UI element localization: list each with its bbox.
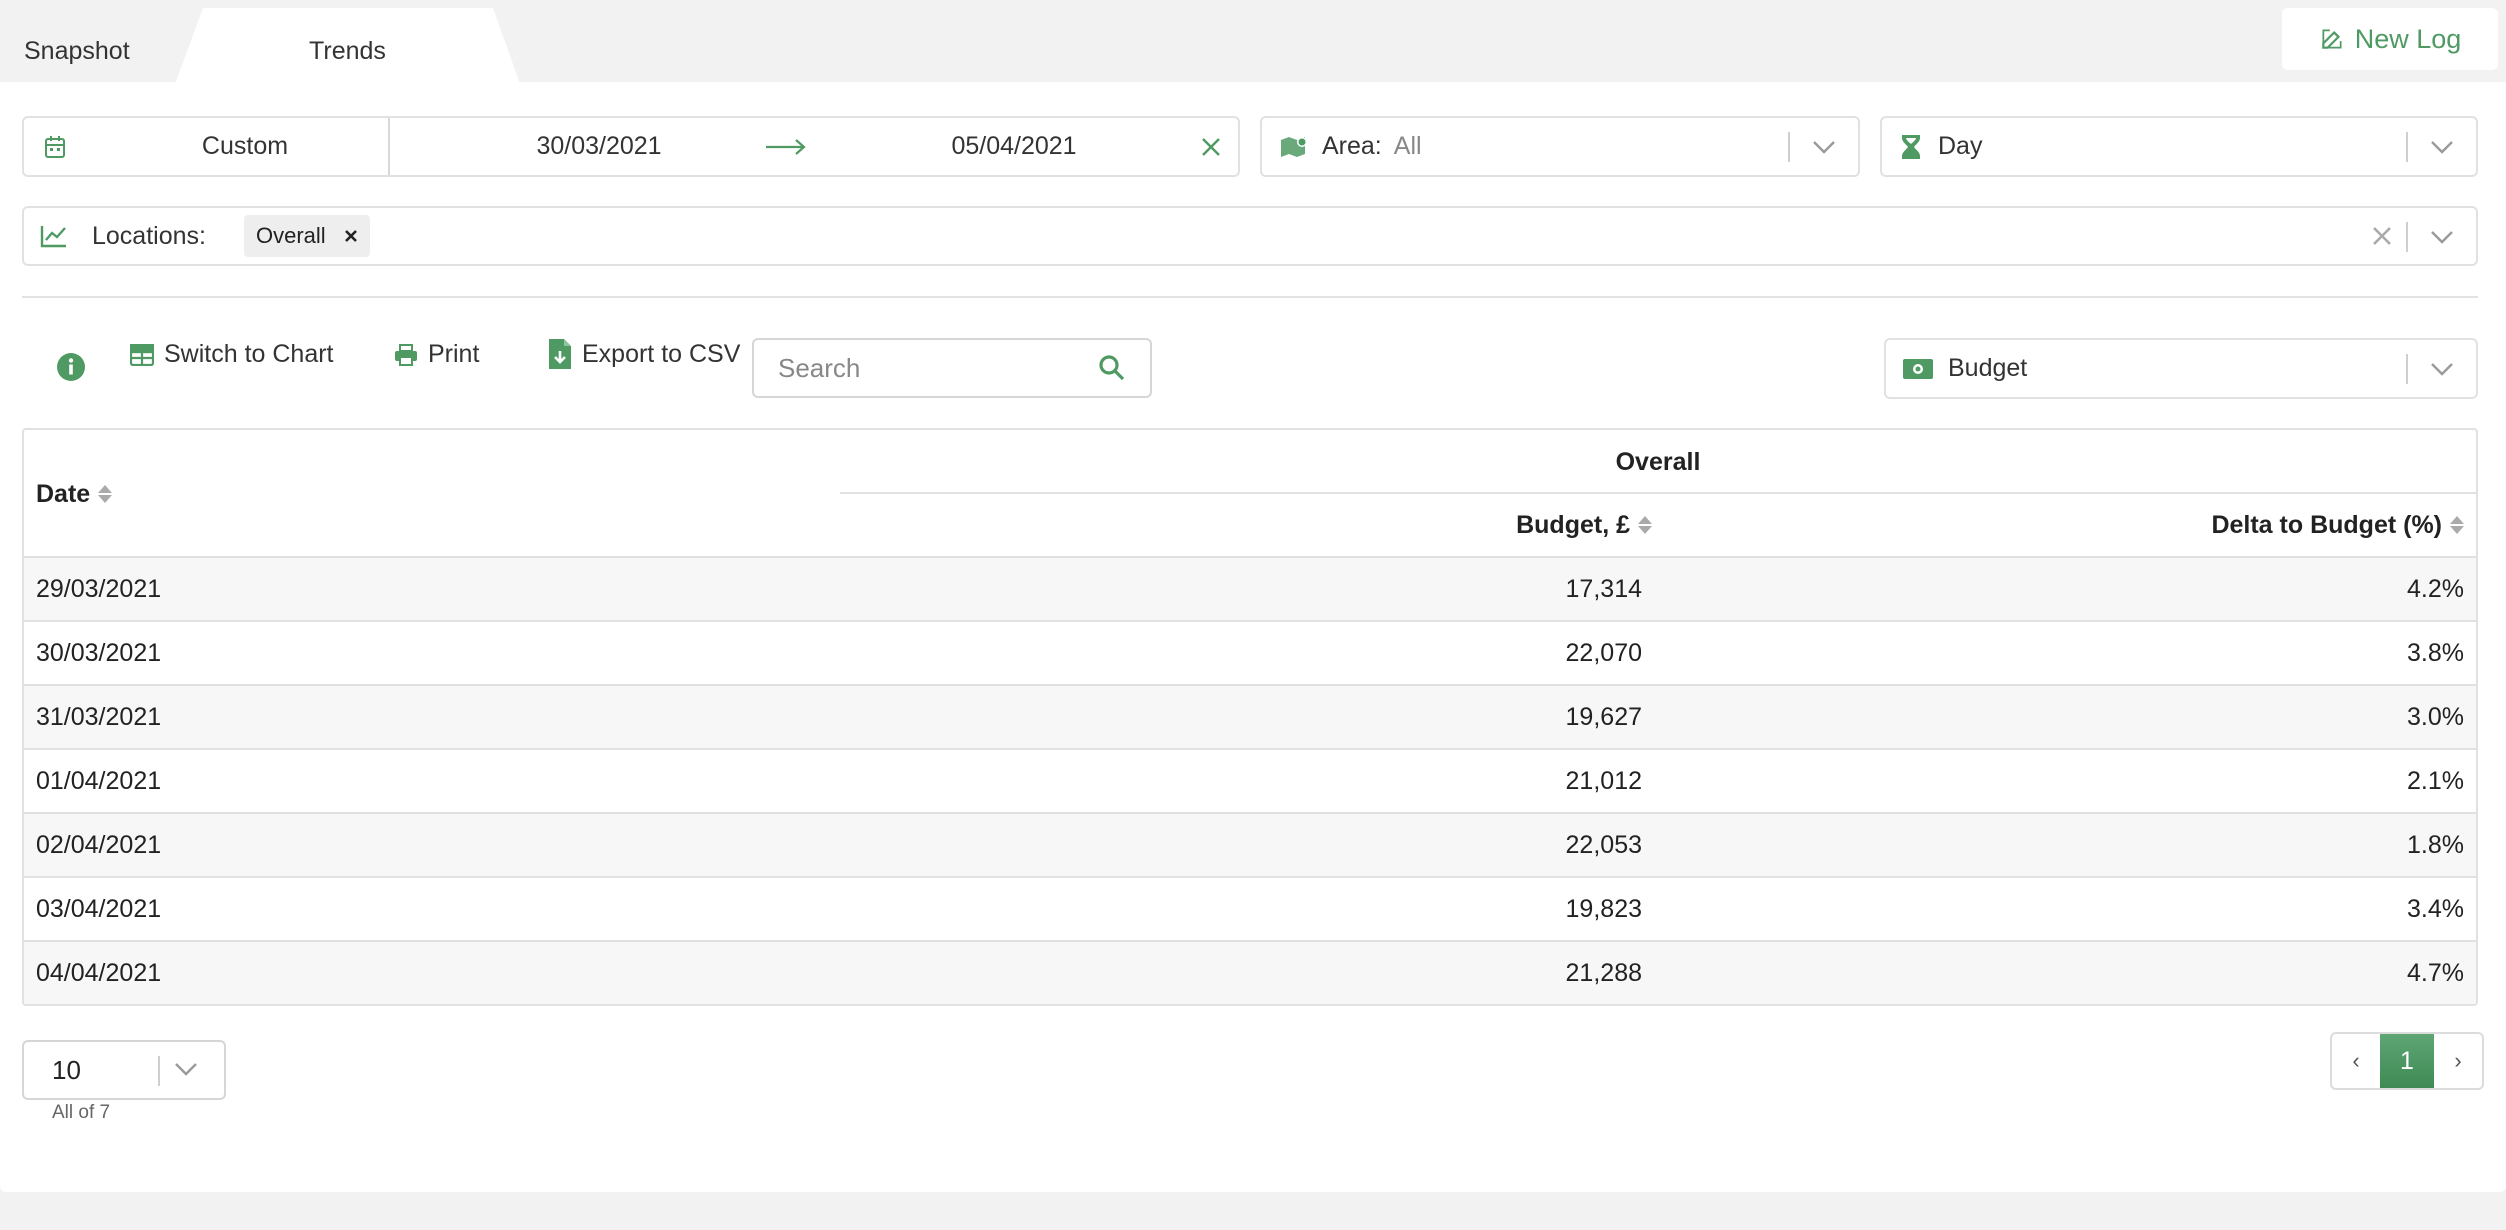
cell-budget: 22,053 <box>1565 831 1642 859</box>
cell-delta: 1.8% <box>2407 831 2464 859</box>
cell-budget: 19,823 <box>1565 895 1642 923</box>
area-value: All <box>1393 132 1422 160</box>
cell-date: 04/04/2021 <box>36 959 162 987</box>
prev-page-button[interactable]: ‹ <box>2332 1034 2380 1088</box>
switch-to-chart-label: Switch to Chart <box>164 340 334 368</box>
cell-budget: 22,070 <box>1565 639 1642 667</box>
table-row: 03/04/2021 19,823 3.4% <box>24 876 2476 940</box>
granularity-select[interactable]: Day <box>1880 116 2478 177</box>
row-count: All of 7 <box>52 1102 111 1123</box>
cell-budget: 21,012 <box>1565 767 1642 795</box>
cell-date: 03/04/2021 <box>36 895 162 923</box>
page-size-separator <box>158 1056 160 1086</box>
table-row: 29/03/2021 17,314 4.2% <box>24 556 2476 620</box>
location-chip: Overall <box>243 215 370 257</box>
data-table: Date Overall Budget, £ Delta to Budget (… <box>22 428 2478 1006</box>
cell-date: 30/03/2021 <box>36 639 162 667</box>
chevron-down-icon[interactable] <box>2408 208 2476 265</box>
range-separator <box>388 118 390 175</box>
search-icon[interactable] <box>1098 354 1126 382</box>
table-row: 04/04/2021 21,288 4.7% <box>24 940 2476 1004</box>
tab-snapshot[interactable]: Snapshot <box>0 8 190 82</box>
page-button-current[interactable]: 1 <box>2380 1034 2434 1088</box>
section-divider <box>22 296 2478 298</box>
clear-date-icon[interactable] <box>1200 118 1222 175</box>
metric-select[interactable]: Budget <box>1884 338 2478 399</box>
cell-delta: 2.1% <box>2407 767 2464 795</box>
area-label: Area: <box>1322 132 1382 160</box>
area-select[interactable]: Area: All <box>1260 116 1860 177</box>
tab-trends[interactable]: Trends <box>175 8 520 84</box>
locations-select[interactable]: Locations: Overall <box>22 206 2478 266</box>
sort-icon[interactable] <box>1638 516 1652 534</box>
column-header-date[interactable]: Date <box>36 474 113 514</box>
table-icon <box>130 343 154 366</box>
table-row: 02/04/2021 22,053 1.8% <box>24 812 2476 876</box>
cell-budget: 19,627 <box>1565 703 1642 731</box>
printer-icon <box>395 343 417 366</box>
edit-icon <box>2321 29 2342 49</box>
chevron-down-icon[interactable] <box>2408 118 2476 175</box>
next-page-button[interactable]: › <box>2434 1034 2482 1088</box>
print-label: Print <box>428 340 480 368</box>
arrow-right-icon <box>764 118 808 175</box>
remove-chip-icon[interactable] <box>344 229 358 243</box>
cell-budget: 17,314 <box>1565 575 1642 603</box>
sort-icon[interactable] <box>2450 516 2464 534</box>
table-row: 31/03/2021 19,627 3.0% <box>24 684 2476 748</box>
start-date[interactable]: 30/03/2021 <box>394 118 804 175</box>
cell-date: 29/03/2021 <box>36 575 162 603</box>
file-download-icon <box>549 339 571 369</box>
page-size-select[interactable]: 10 <box>22 1040 226 1100</box>
money-icon <box>1902 358 1934 380</box>
hourglass-icon <box>1900 134 1922 160</box>
cell-delta: 4.2% <box>2407 575 2464 603</box>
chevron-down-icon[interactable] <box>1790 118 1858 175</box>
export-csv-label: Export to CSV <box>582 339 741 368</box>
cell-date: 02/04/2021 <box>36 831 162 859</box>
clear-locations-icon[interactable] <box>2372 226 2392 246</box>
delta-header-label: Delta to Budget (%) <box>2211 510 2442 539</box>
group-header-overall: Overall <box>840 430 2476 494</box>
granularity-value: Day <box>1938 132 1983 160</box>
calendar-icon <box>44 118 66 175</box>
new-log-button[interactable]: New Log <box>2282 8 2498 70</box>
sort-icon[interactable] <box>98 485 113 503</box>
search-input[interactable] <box>778 352 1078 384</box>
date-header-label: Date <box>36 479 91 508</box>
date-range-picker[interactable]: Custom 30/03/2021 05/04/2021 <box>22 116 1240 177</box>
cell-delta: 3.0% <box>2407 703 2464 731</box>
cell-budget: 21,288 <box>1565 959 1642 987</box>
column-header-budget[interactable]: Budget, £ <box>1516 494 1652 556</box>
cell-delta: 3.8% <box>2407 639 2464 667</box>
metric-value: Budget <box>1948 354 2028 382</box>
cell-delta: 3.4% <box>2407 895 2464 923</box>
location-chip-label: Overall <box>255 223 326 248</box>
cell-date: 31/03/2021 <box>36 703 162 731</box>
export-csv-button[interactable]: Export to CSV <box>548 338 740 370</box>
search-box[interactable] <box>752 338 1152 398</box>
pagination: ‹ 1 › <box>2330 1032 2484 1090</box>
range-mode[interactable]: Custom <box>80 118 410 175</box>
switch-to-chart-button[interactable]: Switch to Chart <box>130 340 334 369</box>
group-header-label: Overall <box>1615 447 1701 476</box>
page-size-value: 10 <box>52 1054 81 1085</box>
map-icon <box>1280 134 1310 160</box>
new-log-label: New Log <box>2354 23 2462 54</box>
info-icon[interactable] <box>56 352 86 382</box>
budget-header-label: Budget, £ <box>1516 510 1630 539</box>
column-header-delta[interactable]: Delta to Budget (%) <box>2211 494 2464 556</box>
table-row: 30/03/2021 22,070 3.8% <box>24 620 2476 684</box>
chevron-down-icon[interactable] <box>2408 340 2476 397</box>
table-row: 01/04/2021 21,012 2.1% <box>24 748 2476 812</box>
locations-label: Locations: <box>92 221 206 250</box>
chevron-down-icon[interactable] <box>174 1062 198 1076</box>
cell-date: 01/04/2021 <box>36 767 162 795</box>
cell-delta: 4.7% <box>2407 959 2464 987</box>
print-button[interactable]: Print <box>394 340 479 369</box>
line-chart-icon <box>40 224 68 248</box>
end-date[interactable]: 05/04/2021 <box>824 118 1204 175</box>
